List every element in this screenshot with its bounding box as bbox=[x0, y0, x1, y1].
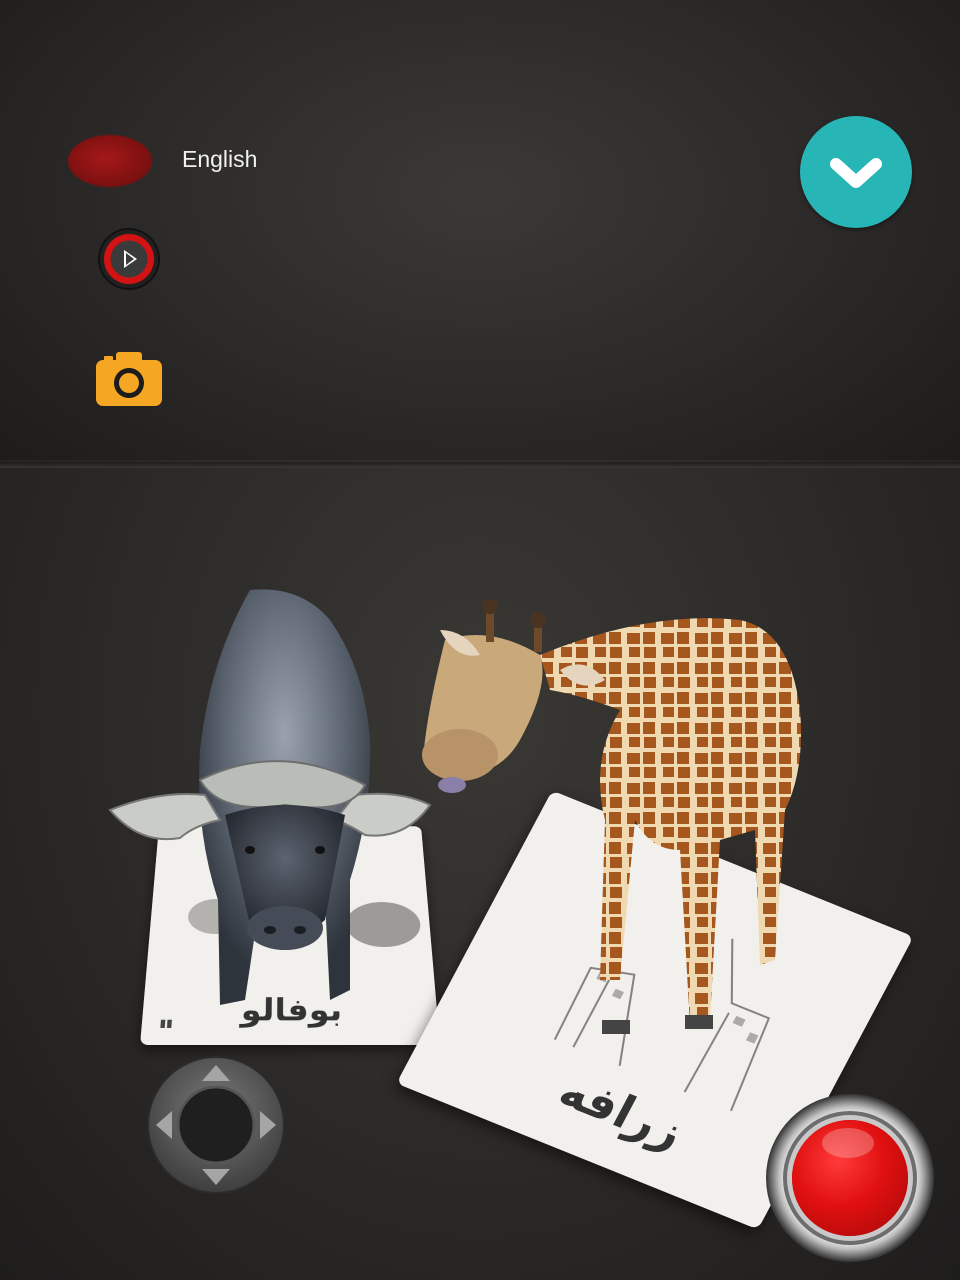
ar-camera-view: ▮▮ بوفالو زرافه English bbox=[0, 0, 960, 1280]
play-button[interactable] bbox=[100, 230, 158, 288]
camera-icon bbox=[96, 352, 162, 406]
buffalo-3d-model bbox=[108, 589, 432, 1005]
joystick-icon bbox=[147, 1056, 285, 1194]
play-icon bbox=[124, 250, 137, 268]
language-toggle[interactable] bbox=[68, 135, 152, 187]
chevron-down-icon bbox=[830, 158, 882, 188]
camera-button[interactable] bbox=[96, 352, 162, 406]
wall-floor-seam bbox=[0, 462, 960, 468]
language-label[interactable]: English bbox=[182, 146, 257, 173]
menu-toggle-button[interactable] bbox=[800, 116, 912, 228]
giraffe-3d-model bbox=[422, 600, 801, 1034]
record-button[interactable] bbox=[766, 1094, 934, 1262]
joystick[interactable] bbox=[146, 1055, 286, 1195]
